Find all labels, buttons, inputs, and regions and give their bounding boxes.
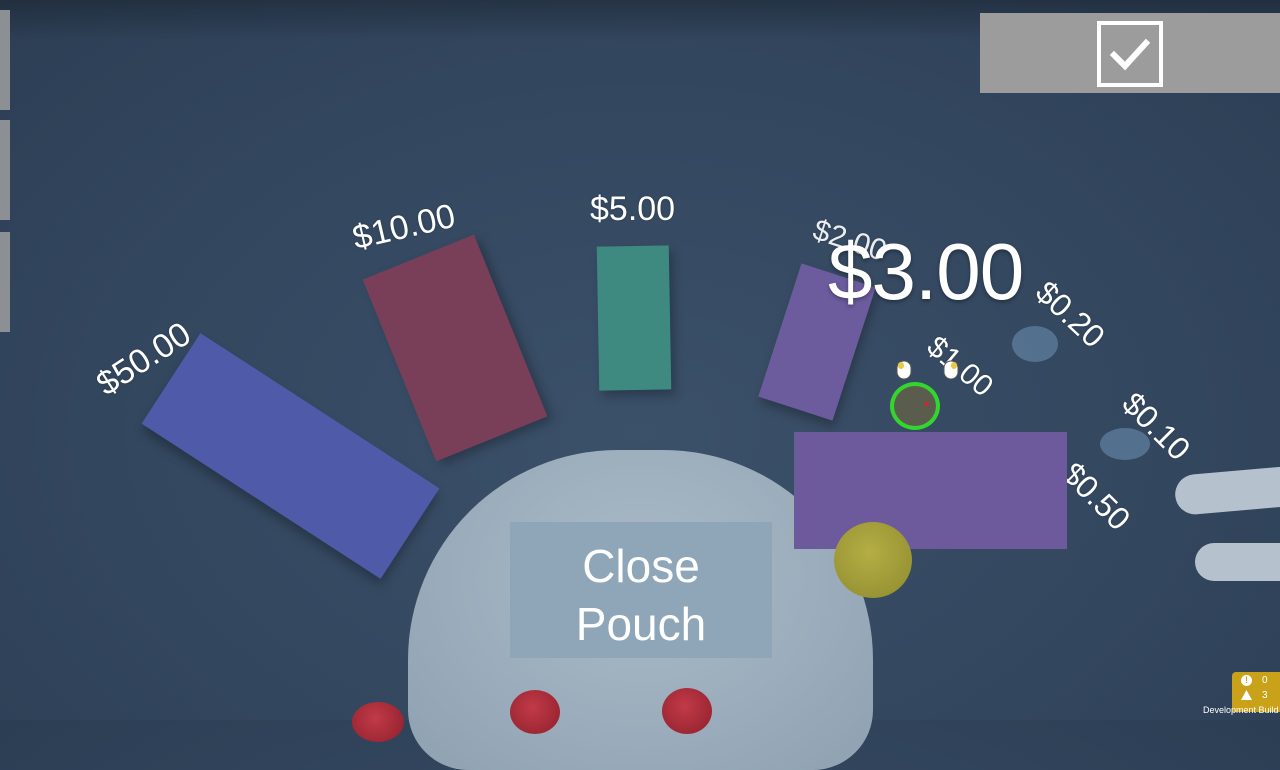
close-pouch-button[interactable]: Close Pouch <box>510 522 772 658</box>
red-coin[interactable] <box>510 690 560 734</box>
left-panel-tab-1[interactable] <box>0 10 10 110</box>
confirm-button[interactable] <box>1097 21 1163 87</box>
error-count: 0 <box>1262 675 1268 686</box>
error-icon: ! <box>1241 675 1252 686</box>
denomination-label-5: $5.00 <box>590 190 676 228</box>
bill-stack-10[interactable] <box>362 234 548 462</box>
cursor-ring-icon[interactable] <box>890 382 940 430</box>
hand-finger-lower <box>1195 543 1280 581</box>
close-pouch-label-line-1: Close <box>582 540 700 592</box>
coin-stack-020[interactable] <box>1012 326 1058 362</box>
cursor-dot-icon <box>925 402 929 406</box>
checkmark-icon <box>1109 38 1151 71</box>
selected-bill[interactable] <box>794 432 1067 549</box>
close-pouch-label-line-2: Pouch <box>575 598 707 650</box>
bill-stack-5[interactable] <box>596 245 672 391</box>
warning-count: 3 <box>1262 690 1268 701</box>
gold-coin[interactable] <box>834 522 912 598</box>
total-amount: $3.00 <box>828 227 1024 316</box>
denomination-label-050: $0.50 <box>1055 455 1138 538</box>
hand-finger-upper <box>1173 463 1280 517</box>
development-build-label: Development Build <box>1203 705 1279 715</box>
red-coin[interactable] <box>662 688 712 734</box>
red-coin[interactable] <box>352 702 404 742</box>
left-panel-tab-3[interactable] <box>0 232 10 332</box>
left-panel-tab-2[interactable] <box>0 120 10 220</box>
mouse-left-icon <box>896 360 912 380</box>
warning-icon <box>1241 690 1252 700</box>
bill-stack-50[interactable] <box>141 333 440 579</box>
mouse-right-icon <box>943 360 959 380</box>
